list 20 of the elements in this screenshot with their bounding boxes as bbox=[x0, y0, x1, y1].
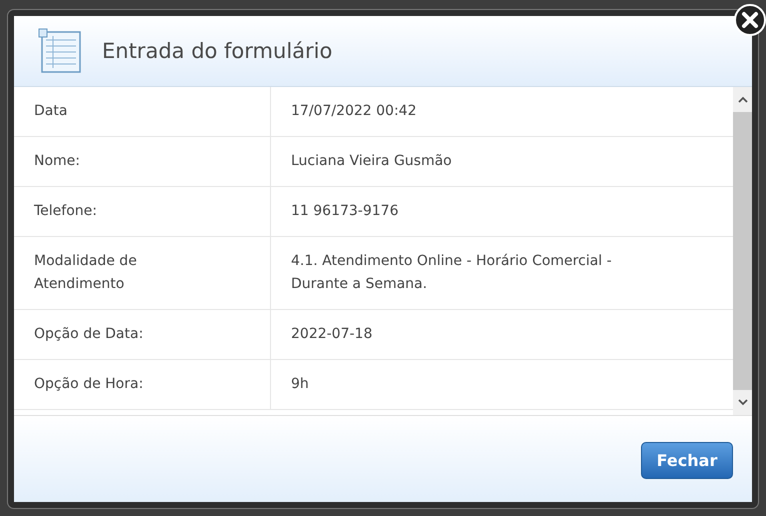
field-label: Modalidade de Atendimento bbox=[14, 237, 271, 309]
field-label: Data bbox=[14, 87, 271, 136]
field-value: 9h bbox=[290, 375, 310, 394]
chevron-up-icon[interactable] bbox=[738, 96, 748, 103]
field-label: Opção de Hora: bbox=[14, 360, 271, 409]
table-icon bbox=[38, 28, 82, 74]
field-value: 4.1. Atendimento Online - Horário Comercial - Durante a Semana. bbox=[290, 252, 613, 294]
close-icon[interactable] bbox=[734, 4, 766, 36]
field-label: Opção de Data: bbox=[14, 310, 271, 359]
field-label: Nome: bbox=[14, 137, 271, 186]
close-button[interactable]: Fechar bbox=[641, 442, 733, 478]
chevron-down-icon[interactable] bbox=[738, 399, 748, 406]
field-value: 11 96173-9176 bbox=[290, 202, 400, 221]
field-label: Telefone: bbox=[14, 187, 271, 236]
field-value: 2022-07-18 bbox=[290, 325, 374, 344]
dialog-title: Entrada do formulário bbox=[102, 39, 332, 63]
field-value: Luciana Vieira Gusmão bbox=[290, 152, 453, 171]
field-value: 17/07/2022 00:42 bbox=[290, 102, 418, 121]
scrollbar-thumb[interactable] bbox=[733, 112, 752, 390]
scrollbar[interactable] bbox=[733, 87, 752, 415]
